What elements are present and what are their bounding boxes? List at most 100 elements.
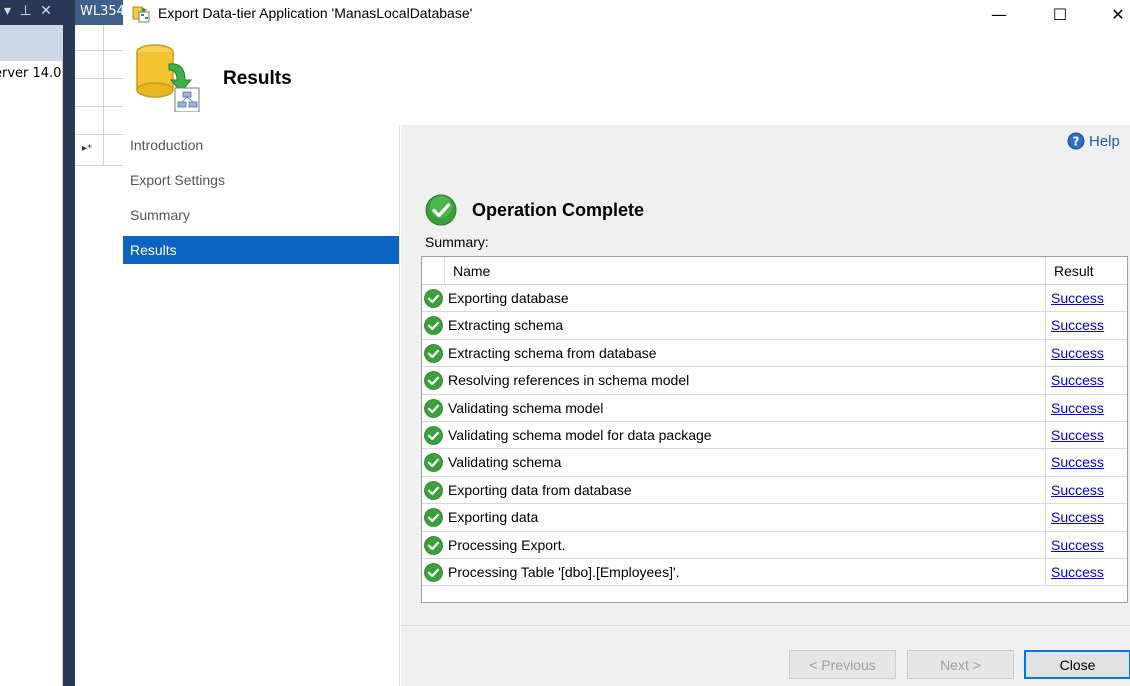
row-name: Extracting schema [448, 317, 564, 334]
grid-line [75, 106, 123, 107]
success-check-icon [424, 289, 443, 308]
row-name: Resolving references in schema model [448, 372, 690, 389]
column-separator [1045, 422, 1046, 449]
column-separator [1045, 476, 1046, 504]
nav-item-introduction[interactable]: Introduction [123, 131, 399, 159]
grid-line [75, 50, 123, 51]
row-name: Exporting database [448, 290, 569, 306]
success-check-icon [424, 563, 443, 582]
table-row[interactable]: Extracting schema from database Success [422, 339, 1127, 368]
result-link[interactable]: Success [1051, 317, 1104, 333]
result-link[interactable]: Success [1051, 537, 1104, 553]
result-link[interactable]: Success [1051, 400, 1104, 416]
ide-document-tab[interactable]: WL354 [75, 0, 123, 25]
panel-tool-icons[interactable]: ▾ ⊥ ✕ [4, 3, 54, 19]
wizard-steps-nav: Introduction Export Settings Summary Res… [123, 125, 400, 686]
row-name: Exporting data from database [448, 481, 632, 498]
nav-item-summary[interactable]: Summary [123, 201, 399, 229]
close-button[interactable]: Close [1024, 650, 1130, 679]
wizard-footer: < Previous Next > Close [401, 625, 1130, 686]
result-link[interactable]: Success [1051, 372, 1104, 388]
help-label[interactable]: Help [1089, 133, 1120, 150]
column-separator [1045, 367, 1046, 395]
ide-panel-titlebar: ▾ ⊥ ✕ [0, 0, 63, 25]
grid-line [75, 165, 123, 166]
table-row[interactable]: Validating schema model for data package… [422, 422, 1127, 450]
success-check-icon [424, 508, 443, 528]
wizard-header: Results [123, 28, 1130, 125]
success-check-icon [425, 194, 457, 226]
header-icon-column [422, 257, 445, 285]
result-link[interactable]: Success [1051, 427, 1104, 443]
database-export-icon [136, 44, 200, 112]
success-check-icon [424, 316, 443, 336]
table-row[interactable]: Validating schema Success [422, 449, 1127, 477]
table-row[interactable]: Processing Export. Success [422, 531, 1127, 559]
success-check-icon [424, 426, 443, 445]
server-node-label[interactable]: erver 14.0 [0, 66, 61, 81]
ide-splitter[interactable] [63, 0, 75, 686]
export-app-icon [132, 6, 150, 23]
row-name: Exporting data [448, 509, 539, 526]
result-link[interactable]: Success [1051, 345, 1104, 361]
success-check-icon [424, 343, 443, 363]
result-link[interactable]: Success [1051, 482, 1104, 498]
column-separator [1045, 312, 1046, 340]
result-link[interactable]: Success [1051, 509, 1104, 525]
column-separator [1045, 449, 1046, 477]
ide-document-area: WL354 ▸* [75, 0, 123, 686]
results-table: Name Result Exporting database Success Ext… [421, 256, 1128, 603]
row-name: Validating schema [448, 454, 562, 471]
close-window-button[interactable]: ✕ [1095, 0, 1130, 28]
dialog-titlebar: Export Data-tier Application 'ManasLocal… [123, 0, 1130, 28]
success-check-icon [424, 398, 443, 418]
column-separator[interactable] [1045, 257, 1046, 285]
new-row-marker: ▸* [82, 143, 93, 154]
table-row[interactable]: Resolving references in schema model Succ… [422, 367, 1127, 395]
column-separator [1045, 531, 1046, 559]
table-row[interactable]: Exporting data from database Success [422, 476, 1127, 505]
table-row[interactable]: Exporting data Success [422, 504, 1127, 532]
column-header-name[interactable]: Name [453, 263, 490, 279]
maximize-button[interactable]: ☐ [1037, 0, 1083, 28]
nav-item-export-settings[interactable]: Export Settings [123, 166, 399, 194]
row-name: Processing Table '[dbo].[Employees]'. [448, 564, 680, 580]
svg-text:?: ? [1073, 135, 1080, 149]
success-check-icon [424, 453, 443, 473]
result-link[interactable]: Success [1051, 290, 1104, 306]
success-check-icon [424, 371, 443, 391]
success-check-icon [424, 535, 443, 555]
ide-object-explorer-panel: ▾ ⊥ ✕ erver 14.0 [0, 0, 63, 686]
help-icon: ? [1067, 132, 1085, 150]
summary-label: Summary: [425, 234, 489, 250]
column-separator [1045, 394, 1046, 422]
table-header: Name Result [422, 257, 1127, 285]
column-separator [1045, 339, 1046, 367]
dialog-title: Export Data-tier Application 'ManasLocal… [158, 5, 473, 21]
row-name: Validating schema model for data package [448, 427, 712, 443]
result-link[interactable]: Success [1051, 454, 1104, 470]
table-row[interactable]: Validating schema model Success [422, 394, 1127, 422]
row-name: Validating schema model [448, 399, 604, 416]
row-name: Extracting schema from database [448, 344, 657, 361]
result-link[interactable]: Success [1051, 564, 1104, 580]
page-title: Results [223, 68, 292, 89]
row-name: Processing Export. [448, 536, 566, 553]
nav-item-results[interactable]: Results [123, 236, 399, 264]
grid-line [75, 78, 123, 79]
next-button[interactable]: Next > [907, 650, 1014, 679]
table-row[interactable]: Exporting database Success [422, 285, 1127, 313]
column-header-result[interactable]: Result [1054, 263, 1094, 279]
operation-status-title: Operation Complete [472, 200, 645, 220]
table-row[interactable]: Processing Table '[dbo].[Employees]'. Suc… [422, 559, 1127, 587]
success-check-icon [424, 480, 443, 500]
help-link[interactable]: ? Help [1067, 132, 1120, 150]
grid-column-line [103, 25, 104, 165]
previous-button[interactable]: < Previous [789, 650, 896, 679]
column-separator [1045, 559, 1046, 586]
column-separator [1045, 285, 1046, 312]
table-row[interactable]: Extracting schema Success [422, 312, 1127, 340]
ide-panel-toolbar [0, 25, 63, 61]
column-separator [1045, 504, 1046, 532]
minimize-button[interactable]: — [976, 0, 1022, 28]
